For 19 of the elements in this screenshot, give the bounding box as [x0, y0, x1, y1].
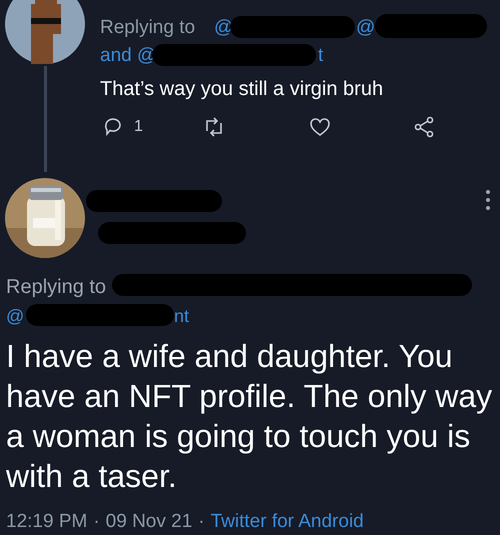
- mention-link[interactable]: t: [318, 42, 324, 70]
- heart-button[interactable]: [308, 115, 332, 139]
- avatar-icon: [5, 0, 85, 64]
- share-button[interactable]: [412, 115, 436, 139]
- reply-button[interactable]: 1: [102, 115, 143, 139]
- share-icon: [412, 115, 436, 139]
- source-link[interactable]: Twitter for Android: [210, 508, 364, 535]
- mention-link[interactable]: @: [6, 303, 24, 330]
- reply-context: Replying to: [100, 16, 196, 40]
- heart-icon: [308, 115, 332, 139]
- tweet-text: I have a wife and daughter. You have an NFT profile. The only way a woman is going to touch you is with a taser.: [6, 337, 494, 496]
- reply-context: Replying to: [6, 275, 106, 300]
- mention-link[interactable]: nt: [174, 303, 190, 330]
- separator-dot: ·: [198, 510, 205, 534]
- tweet-time: 12:19 PM: [6, 510, 88, 534]
- tweet-text: That’s way you still a virgin bruh: [100, 77, 384, 102]
- mention-link[interactable]: @: [356, 14, 376, 42]
- tweet-date: 09 Nov 21: [106, 510, 192, 534]
- separator-dot: ·: [93, 510, 100, 534]
